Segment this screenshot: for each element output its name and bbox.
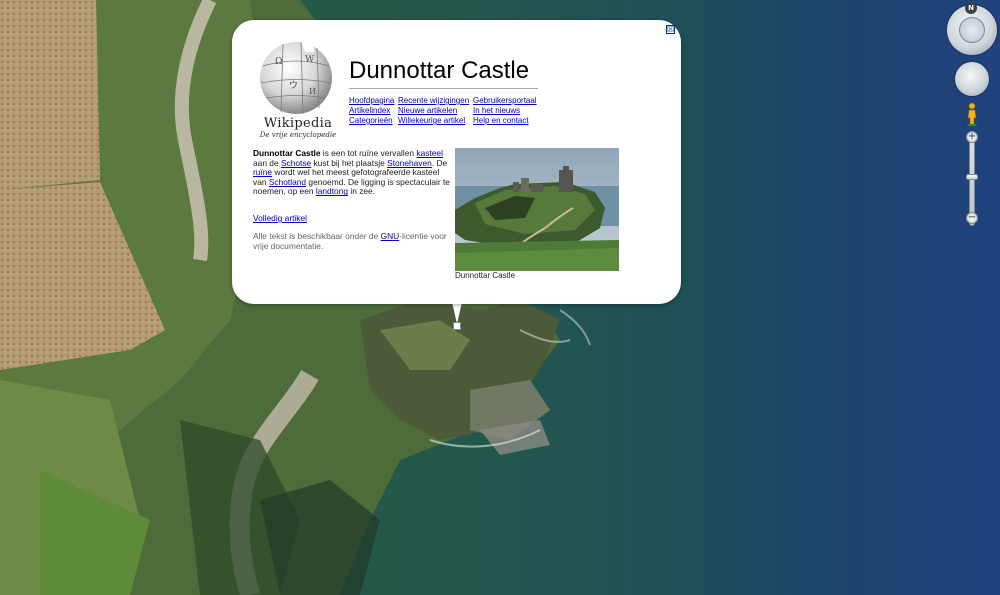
summary-text: kust bij het plaatsje	[311, 157, 388, 168]
summary-text: . De	[431, 157, 448, 168]
svg-text:ウ: ウ	[289, 80, 298, 91]
nav-link-categorieen[interactable]: Categorieën	[349, 116, 393, 126]
title-divider	[349, 88, 538, 89]
balloon-pointer	[452, 302, 462, 324]
summary-text: aan de	[253, 157, 281, 168]
nav-link-willekeurige-artikel[interactable]: Willekeurige artikel	[398, 116, 465, 126]
link-ruine[interactable]: ruïne	[253, 167, 272, 177]
full-article-link[interactable]: Volledig artikel	[253, 213, 307, 223]
castle-photo-image	[455, 148, 619, 271]
look-around-icon[interactable]	[955, 62, 989, 96]
balloon-title: Dunnottar Castle	[349, 57, 530, 84]
svg-text:Ω: Ω	[275, 57, 282, 67]
svg-text:W: W	[305, 55, 315, 65]
link-kasteel[interactable]: kasteel	[416, 148, 443, 158]
nav-link-in-het-nieuws[interactable]: In het nieuws	[473, 106, 520, 116]
article-subject: Dunnottar Castle	[253, 148, 321, 158]
zoom-slider-thumb[interactable]	[966, 174, 978, 180]
nav-link-gebruikersportaal[interactable]: Gebruikersportaal	[473, 96, 537, 106]
castle-photo[interactable]	[455, 148, 619, 271]
summary-text: is een tot ruïne vervallen	[320, 148, 417, 158]
wikipedia-tagline: De vrije encyclopedie	[259, 131, 337, 139]
nav-link-hoofdpagina[interactable]: Hoofdpagina	[349, 96, 394, 106]
full-article-row: Volledig artikel	[253, 213, 307, 223]
link-landtong[interactable]: landtong	[316, 186, 348, 197]
north-up-button[interactable]: N	[965, 2, 977, 14]
license-text: Alle tekst is beschikbaar onder de	[253, 231, 381, 241]
svg-text:И: И	[309, 87, 316, 96]
link-gnu[interactable]: GNU	[381, 231, 400, 241]
article-summary: Dunnottar Castle is een tot ruïne verval…	[253, 148, 451, 197]
zoom-out-button[interactable]: −	[966, 212, 978, 224]
link-stonehaven[interactable]: Stonehaven	[387, 158, 432, 168]
nav-link-nieuwe-artikelen[interactable]: Nieuwe artikelen	[398, 106, 457, 116]
nav-link-help-en-contact[interactable]: Help en contact	[473, 116, 529, 126]
eye-pan-icon[interactable]	[959, 17, 985, 43]
placemark-marker[interactable]	[453, 322, 461, 330]
nav-link-recente-wijzigingen[interactable]: Recente wijzigingen	[398, 96, 469, 106]
zoom-in-button[interactable]: +	[966, 131, 978, 143]
link-schotland[interactable]: Schotland	[269, 177, 306, 187]
nav-link-artikelindex[interactable]: Artikelindex	[349, 106, 390, 116]
wikipedia-wordmark: Wikipedia	[263, 116, 333, 131]
license-notice: Alle tekst is beschikbaar onder de GNU-l…	[253, 231, 453, 251]
close-icon[interactable]: ☒	[666, 25, 675, 34]
photo-caption: Dunnottar Castle	[455, 271, 516, 280]
street-view-pegman-icon[interactable]	[966, 102, 978, 126]
link-schotse[interactable]: Schotse	[281, 158, 311, 168]
summary-text: in zee.	[348, 186, 376, 197]
